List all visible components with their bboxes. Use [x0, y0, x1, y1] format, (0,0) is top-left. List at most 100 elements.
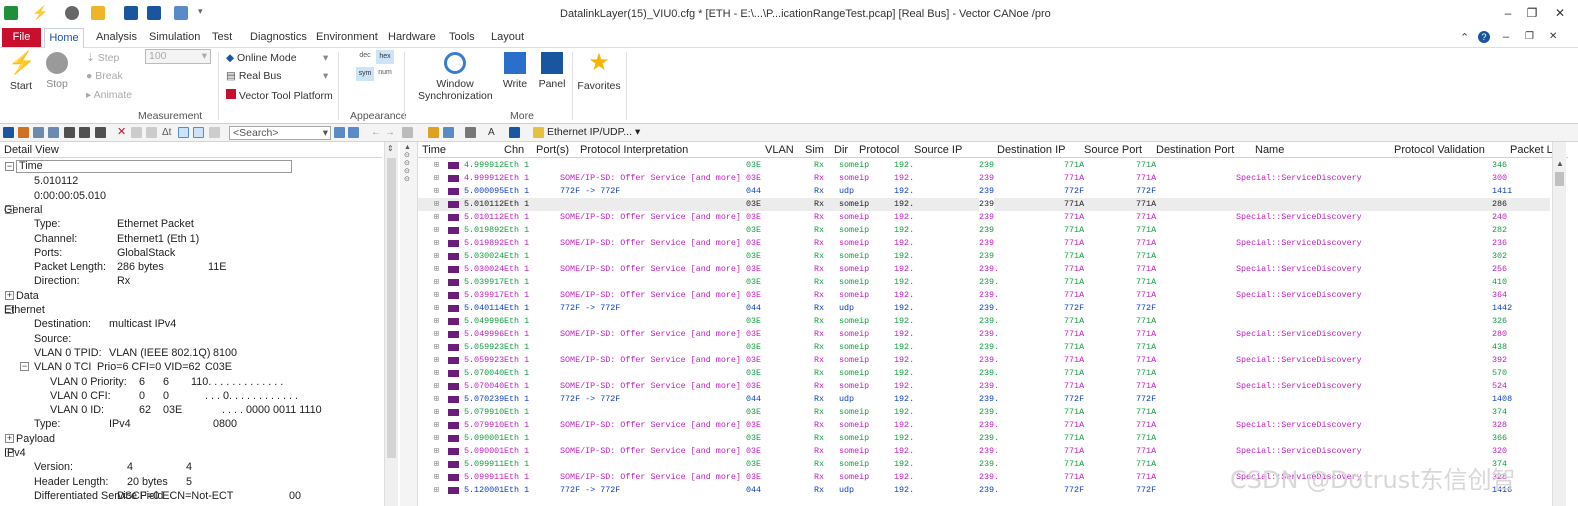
row-expand-icon[interactable]: ⊞ — [434, 315, 439, 328]
row-expand-icon[interactable]: ⊞ — [434, 263, 439, 276]
table-row[interactable]: ⊞ 5.070040 Eth 1 SOME/IP-SD: Offer Service … — [418, 380, 1550, 393]
row-expand-icon[interactable]: ⊞ — [434, 328, 439, 341]
row-expand-icon[interactable]: ⊞ — [434, 224, 439, 237]
filter2-icon[interactable] — [79, 127, 90, 138]
tab-home[interactable]: Home — [44, 28, 84, 48]
protocol-filter-dropdown[interactable]: Ethernet IP/UDP... ▾ — [547, 126, 640, 138]
tab-analysis[interactable]: Analysis — [96, 31, 137, 43]
detail-row[interactable]: Type: IPv4 0800 — [0, 417, 382, 431]
table-row[interactable]: ⊞ 5.039917 Eth 1 03E Rx someip 192. 239. 771A 771… — [418, 276, 1550, 289]
row-expand-icon[interactable]: ⊞ — [434, 484, 439, 497]
mode1-icon[interactable] — [178, 127, 189, 138]
config-icon[interactable] — [174, 6, 188, 20]
folder-icon[interactable] — [428, 127, 439, 138]
column-header[interactable]: Chn — [504, 142, 524, 158]
table-row[interactable]: ⊞ 5.059923 Eth 1 SOME/IP-SD: Offer Service … — [418, 354, 1550, 367]
row-expand-icon[interactable]: ⊞ — [434, 237, 439, 250]
detail-row[interactable]: Ports: GlobalStack — [0, 246, 382, 260]
open-folder-icon[interactable] — [91, 6, 105, 20]
column-header[interactable]: Sim — [805, 142, 824, 158]
column-header[interactable]: Dir — [834, 142, 848, 158]
start-button[interactable]: ⚡ Start — [8, 50, 35, 92]
row-expand-icon[interactable]: ⊞ — [434, 172, 439, 185]
inner-minimize-button[interactable]: – — [1503, 31, 1509, 43]
tab-environment[interactable]: Environment — [316, 31, 378, 43]
detail-row[interactable]: − Ethernet — [0, 303, 382, 317]
layout-icon[interactable] — [33, 127, 44, 138]
arrow-right-icon[interactable]: → — [385, 127, 396, 138]
detail-row[interactable]: − Time — [0, 160, 382, 174]
row-expand-icon[interactable]: ⊞ — [434, 393, 439, 406]
break-button[interactable]: ● Break — [86, 70, 123, 82]
tab-layout[interactable]: Layout — [491, 31, 524, 43]
filter3-icon[interactable] — [95, 127, 106, 138]
detail-row[interactable]: Packet Length: 286 bytes 11E — [0, 260, 382, 274]
detail-row[interactable]: VLAN 0 Priority: 6 6 110. . . . . . . . . .… — [0, 375, 382, 389]
arrow-left-icon[interactable]: ← — [371, 127, 382, 138]
expand-toggle-icon[interactable]: − — [20, 362, 29, 372]
row-expand-icon[interactable]: ⊞ — [434, 380, 439, 393]
row-expand-icon[interactable]: ⊞ — [434, 471, 439, 484]
table-row[interactable]: ⊞ 5.040114 Eth 1 772F -> 772F 044 Rx udp 192. 23… — [418, 302, 1550, 315]
row-expand-icon[interactable]: ⊞ — [434, 250, 439, 263]
inner-restore-button[interactable]: ❐ — [1525, 31, 1534, 42]
table-row[interactable]: ⊞ 5.049996 Eth 1 SOME/IP-SD: Offer Service … — [418, 328, 1550, 341]
trace-scrollbar[interactable]: ▲ — [1552, 142, 1566, 506]
find-next-icon[interactable] — [348, 127, 359, 138]
detail-row[interactable]: Header Length: 20 bytes 5 — [0, 475, 382, 489]
save-as-icon[interactable] — [147, 6, 161, 20]
scroll-up-icon[interactable]: ⇕ — [387, 144, 394, 153]
window-sync-button[interactable]: Window Synchronization — [418, 50, 493, 102]
row-expand-icon[interactable]: ⊞ — [434, 445, 439, 458]
font-size-icon[interactable]: A — [488, 127, 499, 138]
detail-row[interactable]: VLAN 0 CFI: 0 0 . . . 0. . . . . . . . . . … — [0, 389, 382, 403]
tab-simulation[interactable]: Simulation — [149, 31, 200, 43]
help-icon[interactable]: ? — [1478, 31, 1490, 43]
row-expand-icon[interactable]: ⊞ — [434, 432, 439, 445]
gutter-tools-icon[interactable]: ▲ ⊙ ⊙ ⊙ ⊙ — [404, 144, 414, 188]
delta-time-icon[interactable]: Δt — [162, 127, 173, 138]
step-button[interactable]: ⇣ Step — [86, 52, 119, 64]
panel-button[interactable]: Panel — [538, 50, 566, 90]
detail-scrollbar[interactable]: ⇕ — [384, 142, 398, 506]
table-row[interactable]: ⊞ 5.010112 Eth 1 SOME/IP-SD: Offer Service … — [418, 211, 1550, 224]
scroll-up-icon[interactable]: ▲ — [1556, 159, 1564, 168]
tab-tools[interactable]: Tools — [449, 31, 475, 43]
qat-dropdown-icon[interactable]: ▾ — [198, 6, 212, 20]
table-row[interactable]: ⊞ 5.000095 Eth 1 772F -> 772F 044 Rx udp 192. 23… — [418, 185, 1550, 198]
detail-row[interactable]: − IPv4 — [0, 446, 382, 460]
table-row[interactable]: ⊞ 5.079910 Eth 1 03E Rx someip 192. 239. 771A 771… — [418, 406, 1550, 419]
column-header[interactable]: Source IP — [914, 142, 962, 158]
hex-button[interactable]: hex — [376, 50, 394, 64]
stop-button[interactable]: Stop — [44, 50, 70, 90]
inner-close-button[interactable]: ✕ — [1549, 31, 1557, 42]
table-row[interactable]: ⊞ 5.019892 Eth 1 SOME/IP-SD: Offer Service … — [418, 237, 1550, 250]
row-expand-icon[interactable]: ⊞ — [434, 185, 439, 198]
detail-row[interactable]: Differentiated Service Field DSCP=0 ECN=N… — [0, 489, 382, 503]
favorites-button[interactable]: ★ Favorites — [577, 50, 621, 93]
chart-icon[interactable] — [18, 127, 29, 138]
step-count-select[interactable]: 100 ▾ — [145, 49, 211, 64]
column-header[interactable]: Protocol Validation — [1394, 142, 1485, 158]
detail-row[interactable]: 5.010112 — [0, 174, 382, 188]
table-row[interactable]: ⊞ 5.070040 Eth 1 03E Rx someip 192. 239. 771A 771… — [418, 367, 1550, 380]
table-row[interactable]: ⊞ 5.039917 Eth 1 SOME/IP-SD: Offer Service … — [418, 289, 1550, 302]
detail-row[interactable]: VLAN 0 TPID: VLAN (IEEE 802.1Q) 8100 — [0, 346, 382, 360]
table-row[interactable]: ⊞ 5.030024 Eth 1 SOME/IP-SD: Offer Service … — [418, 263, 1550, 276]
table-row[interactable]: ⊞ 5.090001 Eth 1 SOME/IP-SD: Offer Service … — [418, 445, 1550, 458]
scroll-thumb[interactable] — [1555, 172, 1564, 186]
detail-row[interactable]: 0:00:00:05.010 — [0, 189, 382, 203]
real-bus-button[interactable]: ▤ Real Bus ▾ — [226, 70, 328, 82]
row-expand-icon[interactable]: ⊞ — [434, 211, 439, 224]
row-expand-icon[interactable]: ⊞ — [434, 159, 439, 172]
expand-toggle-icon[interactable]: + — [5, 433, 14, 443]
tab-test[interactable]: Test — [212, 31, 232, 43]
num-button[interactable]: num — [376, 69, 394, 76]
column-header[interactable]: Protocol Interpretation — [580, 142, 688, 158]
config-icon[interactable] — [443, 127, 454, 138]
row-expand-icon[interactable]: ⊞ — [434, 341, 439, 354]
detail-row[interactable]: − VLAN 0 TCI Prio=6 CFI=0 VID=62 C03E — [0, 360, 382, 374]
detail-row[interactable]: Version: 4 4 — [0, 460, 382, 474]
save-icon[interactable] — [124, 6, 138, 20]
search-input[interactable]: <Search> ▾ — [229, 126, 331, 140]
